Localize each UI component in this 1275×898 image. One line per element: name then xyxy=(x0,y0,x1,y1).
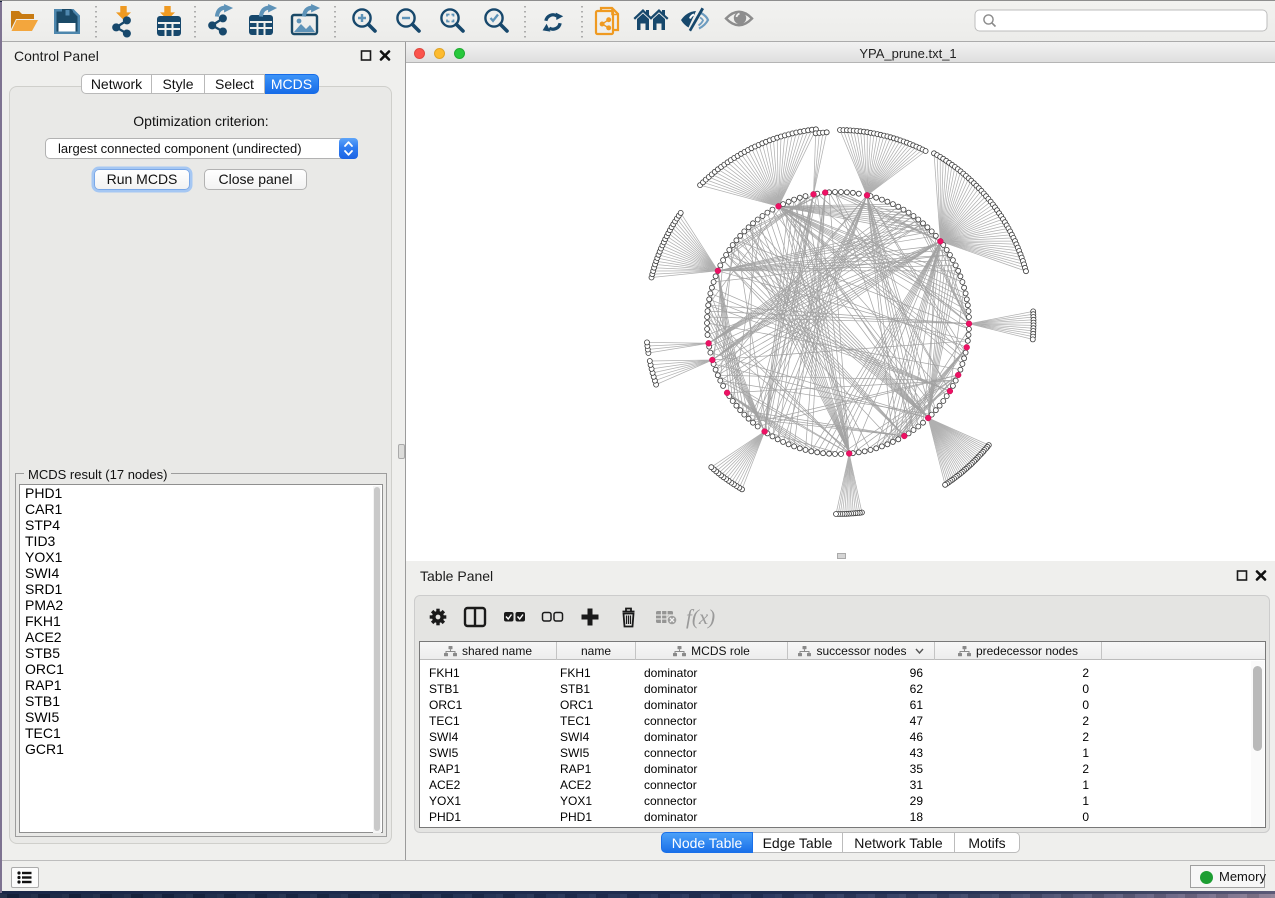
svg-text:f(x): f(x) xyxy=(686,605,715,629)
